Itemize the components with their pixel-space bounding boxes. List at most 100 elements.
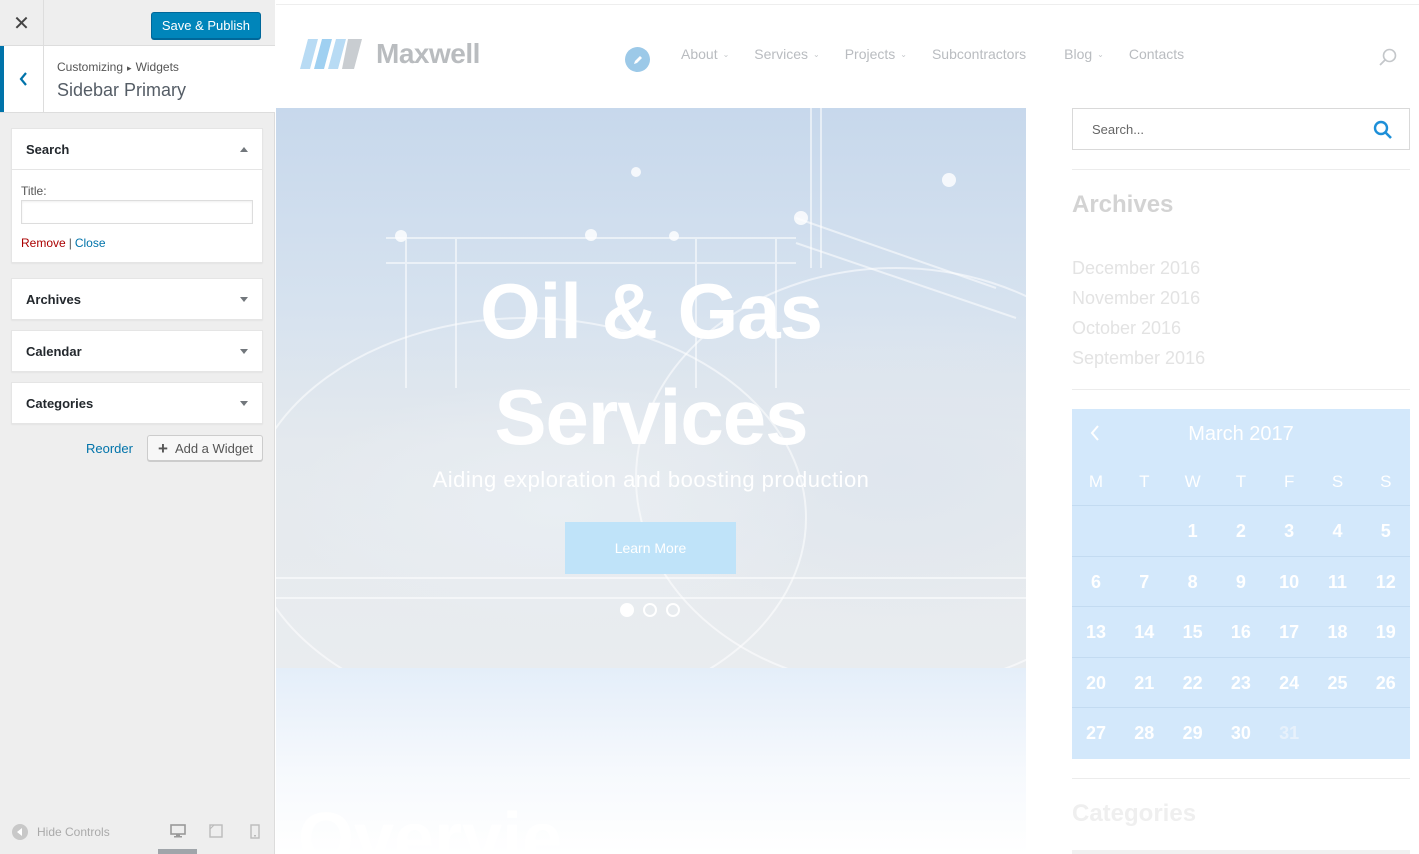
calendar-day[interactable]: 13 [1072, 622, 1120, 643]
calendar-day[interactable]: 9 [1217, 572, 1265, 593]
archive-link[interactable]: October 2016 [1072, 318, 1181, 339]
calendar-day[interactable]: 29 [1169, 723, 1217, 744]
calendar-day[interactable]: 22 [1169, 673, 1217, 694]
nav-item-services[interactable]: Services ⌄ [754, 46, 819, 62]
tablet-icon[interactable] [207, 823, 225, 839]
widget-search: Search Title: Remove | Close [11, 128, 263, 263]
calendar-day[interactable]: 17 [1265, 622, 1313, 643]
expand-arrow-icon [240, 400, 248, 406]
calendar-day[interactable]: 23 [1217, 673, 1265, 694]
close-customizer-button[interactable]: ✕ [0, 0, 44, 46]
archive-link[interactable]: December 2016 [1072, 258, 1200, 279]
calendar-day[interactable]: 26 [1362, 673, 1410, 694]
archive-link[interactable]: September 2016 [1072, 348, 1205, 369]
calendar-day[interactable]: 18 [1314, 622, 1362, 643]
control-separator: | [68, 236, 72, 250]
widget-calendar-header[interactable]: Calendar [12, 331, 262, 371]
calendar-day[interactable]: 7 [1120, 572, 1168, 593]
widget-search-form: Title: Remove | Close [12, 169, 262, 262]
search-icon[interactable] [1373, 120, 1393, 145]
calendar-day[interactable]: 24 [1265, 673, 1313, 694]
nav-item-subcontractors[interactable]: Subcontractors [932, 46, 1026, 62]
calendar-month: March 2017 [1188, 423, 1294, 445]
calendar-day[interactable]: 31 [1265, 723, 1313, 744]
calendar-day[interactable]: 8 [1169, 572, 1217, 593]
nav-item-projects[interactable]: Projects ⌄ [845, 46, 907, 62]
calendar-row-divider [1072, 606, 1410, 607]
nav-item-about[interactable]: About ⌄ [681, 46, 729, 62]
plus-icon: + [158, 438, 168, 458]
close-widget-link[interactable]: Close [75, 236, 106, 250]
learn-more-button[interactable]: Learn More [565, 522, 736, 574]
chevron-left-icon [19, 72, 27, 86]
calendar-day[interactable]: 19 [1362, 622, 1410, 643]
main-nav: About ⌄ Services ⌄ Projects ⌄ Subcontractors Bl… [681, 46, 1209, 62]
reorder-link[interactable]: Reorder [86, 441, 133, 456]
calendar-day[interactable]: 27 [1072, 723, 1120, 744]
widget-archives-header[interactable]: Archives [12, 279, 262, 319]
remove-widget-link[interactable]: Remove [21, 236, 66, 250]
nav-item-blog[interactable]: Blog ⌄ [1064, 46, 1104, 62]
chevron-down-icon: ⌄ [1097, 49, 1104, 59]
calendar-day[interactable]: 15 [1169, 622, 1217, 643]
widget-search-header[interactable]: Search [12, 129, 262, 169]
expand-arrow-icon [240, 296, 248, 302]
calendar-day[interactable]: 6 [1072, 572, 1120, 593]
calendar-day[interactable]: 30 [1217, 723, 1265, 744]
divider [1072, 169, 1410, 170]
slider-dot-1[interactable] [620, 603, 634, 617]
title-field[interactable] [21, 200, 253, 224]
calendar-day[interactable]: 11 [1314, 572, 1362, 593]
desktop-icon[interactable] [169, 823, 187, 839]
widget-title: Search [26, 141, 70, 157]
calendar-day[interactable]: 10 [1265, 572, 1313, 593]
hero-title-line1: Oil & Gas [479, 267, 823, 355]
hero-subtitle: Aiding exploration and boosting producti… [432, 467, 870, 492]
calendar-day[interactable]: 28 [1120, 723, 1168, 744]
slider-dot-3[interactable] [666, 603, 680, 617]
back-button[interactable] [0, 46, 44, 112]
calendar-day[interactable]: 3 [1265, 521, 1313, 542]
hide-controls-button[interactable]: Hide Controls [12, 824, 110, 840]
calendar-day-of-week: S [1331, 472, 1344, 491]
breadcrumb-separator: ▸ [127, 63, 132, 73]
calendar-day-of-week: W [1184, 472, 1201, 491]
breadcrumb-customizing: Customizing [57, 60, 124, 74]
calendar-day[interactable]: 1 [1169, 521, 1217, 542]
header-search-icon[interactable] [1378, 47, 1398, 72]
archive-link[interactable]: November 2016 [1072, 288, 1200, 309]
calendar-row-divider [1072, 505, 1410, 506]
calendar-day[interactable]: 25 [1314, 673, 1362, 694]
widget-archives[interactable]: Archives [11, 278, 263, 320]
calendar-day[interactable]: 12 [1362, 572, 1410, 593]
hide-controls-label: Hide Controls [37, 825, 110, 839]
calendar-day[interactable]: 14 [1120, 622, 1168, 643]
breadcrumb-widgets: Widgets [135, 60, 179, 74]
calendar-day[interactable]: 5 [1362, 521, 1410, 542]
slider-dot-2[interactable] [643, 603, 657, 617]
expand-arrow-icon [240, 348, 248, 354]
edit-shortcut-button[interactable] [625, 47, 650, 72]
active-device-indicator [158, 849, 197, 854]
widget-categories[interactable]: Categories [11, 382, 263, 424]
calendar-day-of-week: S [1380, 472, 1392, 491]
calendar-day[interactable]: 2 [1217, 521, 1265, 542]
widget-calendar[interactable]: Calendar [11, 330, 263, 372]
calendar-day[interactable]: 20 [1072, 673, 1120, 694]
save-publish-button[interactable]: Save & Publish [150, 12, 261, 39]
calendar-widget: March 2017 M T W T F S S 1 2 3 4 5 6 7 8 9 10 11 12 13 14 15 1… [1072, 409, 1410, 759]
hero-slider: Oil & Gas Services Aiding exploration an… [276, 108, 1026, 668]
mobile-icon[interactable] [246, 823, 264, 839]
nav-item-contacts[interactable]: Contacts [1129, 46, 1184, 62]
site-logo[interactable]: Maxwell [300, 37, 480, 71]
chevron-down-icon: ⌄ [900, 49, 907, 59]
calendar-day[interactable]: 16 [1217, 622, 1265, 643]
add-widget-button[interactable]: + Add a Widget [147, 435, 263, 461]
widget-categories-header[interactable]: Categories [12, 383, 262, 423]
calendar-day[interactable]: 4 [1314, 521, 1362, 542]
pencil-icon [633, 55, 642, 64]
divider [1072, 389, 1410, 390]
calendar-day[interactable]: 21 [1120, 673, 1168, 694]
sidebar-search-input[interactable] [1073, 109, 1353, 149]
widget-title: Categories [26, 395, 94, 411]
